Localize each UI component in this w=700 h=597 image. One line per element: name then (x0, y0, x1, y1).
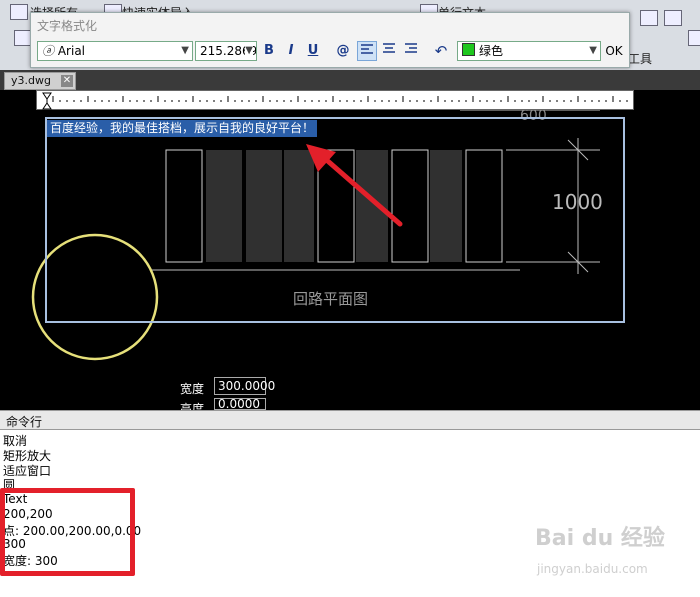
align-right-icon (405, 43, 417, 53)
align-left-icon (361, 44, 373, 54)
command-line-title: 命令行 (6, 415, 43, 429)
ruler-svg (42, 92, 628, 110)
dialog-title: 文字格式化 (37, 19, 98, 33)
color-select[interactable]: 绿色 ▼ (457, 41, 601, 61)
align-left-button[interactable] (357, 41, 377, 61)
tool-icon[interactable] (688, 30, 700, 46)
symbol-button[interactable]: @ (333, 41, 353, 61)
bold-button[interactable]: B (259, 41, 279, 61)
height-input[interactable]: 0.0000 (214, 398, 266, 410)
width-input[interactable]: 300.0000 (214, 377, 275, 395)
selected-text[interactable]: 百度经验，我的最佳搭档，展示自我的良好平台！ (47, 120, 318, 137)
tab-label: y3.dwg (11, 74, 51, 87)
tools-label: 工具 (628, 52, 653, 66)
watermark-brand: Bai du 经验 (535, 526, 665, 551)
font-type-icon: ⓐ (42, 44, 55, 58)
watermark-url: jingyan.baidu.com (537, 562, 648, 576)
tool-icon[interactable] (664, 10, 682, 26)
align-center-button[interactable] (379, 41, 399, 61)
close-icon[interactable]: ✕ (61, 75, 73, 87)
color-swatch (462, 43, 475, 56)
chevron-down-icon: ▼ (589, 45, 597, 56)
underline-button[interactable]: U (303, 41, 323, 61)
undo-icon: ↶ (434, 42, 448, 60)
font-size-select[interactable]: 215.2869 ▼ (195, 41, 257, 61)
chevron-down-icon: ▼ (245, 42, 253, 60)
tool-icon[interactable] (640, 10, 658, 26)
chevron-down-icon: ▼ (181, 45, 189, 56)
font-select[interactable]: ⓐ Arial ▼ (37, 41, 193, 61)
ok-button[interactable]: OK (603, 41, 625, 61)
annotation-highlight-box (0, 488, 135, 576)
align-right-button[interactable] (401, 41, 421, 61)
undo-button[interactable]: ↶ (431, 41, 451, 61)
annotation-arrow (306, 144, 403, 227)
align-center-icon (383, 43, 395, 53)
text-ruler[interactable] (36, 90, 634, 110)
text-format-dialog: 文字格式化 ⓐ Arial ▼ 215.2869 ▼ B I U @ ↶ 绿色 … (30, 12, 630, 68)
tab-y3-dwg[interactable]: y3.dwg ✕ (4, 72, 76, 90)
format-toolbar: ⓐ Arial ▼ 215.2869 ▼ B I U @ ↶ 绿色 ▼ OK (31, 39, 629, 63)
font-value: Arial (57, 44, 86, 58)
color-value: 绿色 (479, 44, 504, 58)
select-all-icon[interactable] (10, 4, 28, 20)
width-label: 宽度 (180, 382, 205, 396)
italic-button[interactable]: I (281, 41, 301, 61)
ribbon-toolbar: 选择所有 快速实体导入 单行文本 工具 文字格式化 ⓐ Arial ▼ 215.… (0, 0, 700, 70)
command-line-header: 命令行 (0, 410, 700, 430)
document-tabbar: y3.dwg ✕ (0, 70, 700, 90)
